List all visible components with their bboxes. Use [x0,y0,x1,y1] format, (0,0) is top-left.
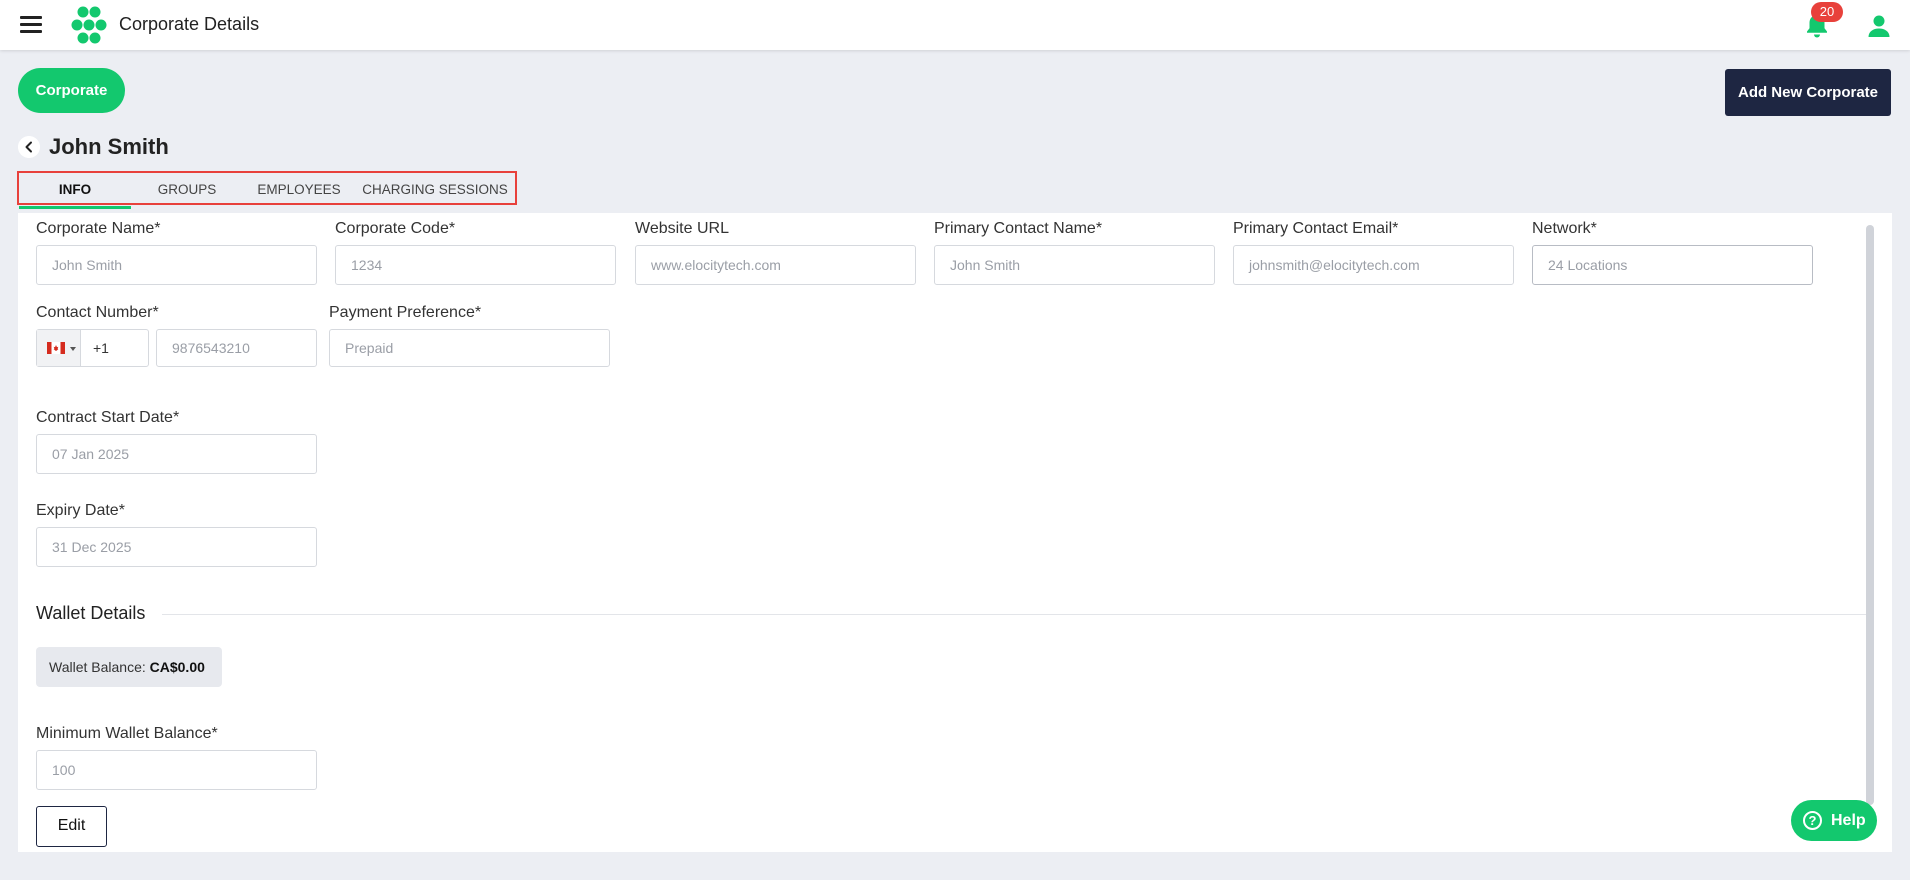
primary-contact-email-input[interactable]: johnsmith@elocitytech.com [1233,245,1514,285]
payment-preference-select[interactable]: Prepaid [329,329,610,367]
primary-contact-name-label: Primary Contact Name* [934,220,1103,237]
corporate-button[interactable]: Corporate [18,68,125,113]
country-code-selector[interactable]: +1 [36,329,149,367]
wallet-balance-chip: Wallet Balance: CA$0.00 [36,647,222,687]
question-circle-icon: ? [1803,811,1822,830]
contact-number-label: Contact Number* [36,304,159,321]
minimum-wallet-balance-label: Minimum Wallet Balance* [36,725,218,742]
wallet-details-heading: Wallet Details [36,603,146,623]
corporate-name-label: Corporate Name* [36,220,161,237]
minimum-wallet-balance-input[interactable]: 100 [36,750,317,790]
user-profile-icon[interactable] [1865,12,1893,40]
help-label: Help [1831,812,1866,829]
payment-preference-label: Payment Preference* [329,304,482,321]
notification-count-badge: 20 [1811,2,1843,22]
network-select[interactable]: 24 Locations [1532,245,1813,285]
wallet-balance-label: Wallet Balance: [49,659,146,675]
add-new-corporate-button[interactable]: Add New Corporate [1725,69,1891,116]
website-url-input[interactable]: www.elocitytech.com [635,245,916,285]
primary-contact-email-label: Primary Contact Email* [1233,220,1399,237]
contract-start-date-input[interactable]: 07 Jan 2025 [36,434,317,474]
primary-contact-name-input[interactable]: John Smith [934,245,1215,285]
tab-info[interactable]: INFO [19,171,131,209]
wallet-balance-value: CA$0.00 [149,659,205,675]
tab-charging-sessions[interactable]: CHARGING SESSIONS [355,171,515,209]
logo-icon [71,6,107,44]
tab-groups[interactable]: GROUPS [131,171,243,209]
help-button[interactable]: ? Help [1791,800,1877,841]
corporate-code-input[interactable]: 1234 [335,245,616,285]
hamburger-menu-icon[interactable] [20,15,42,33]
corporate-name-input[interactable]: John Smith [36,245,317,285]
contact-number-input[interactable]: 9876543210 [156,329,317,367]
edit-button[interactable]: Edit [36,806,107,847]
section-divider [162,614,1866,615]
corporate-name-heading: John Smith [49,134,169,159]
expiry-date-input[interactable]: 31 Dec 2025 [36,527,317,567]
expiry-date-label: Expiry Date* [36,502,125,519]
chevron-down-icon [70,347,76,351]
contract-start-date-label: Contract Start Date* [36,409,180,426]
page-title: Corporate Details [119,14,260,34]
top-bar: Corporate Details 20 [0,0,1910,50]
website-url-label: Website URL [635,220,729,237]
back-arrow-icon[interactable] [18,136,40,158]
country-flag-dropdown[interactable] [37,330,81,366]
canada-flag-icon [47,342,65,354]
corporate-code-label: Corporate Code* [335,220,456,237]
dial-code: +1 [93,340,109,356]
tab-employees[interactable]: EMPLOYEES [243,171,355,209]
vertical-scrollbar[interactable] [1866,225,1874,805]
network-label: Network* [1532,220,1597,237]
